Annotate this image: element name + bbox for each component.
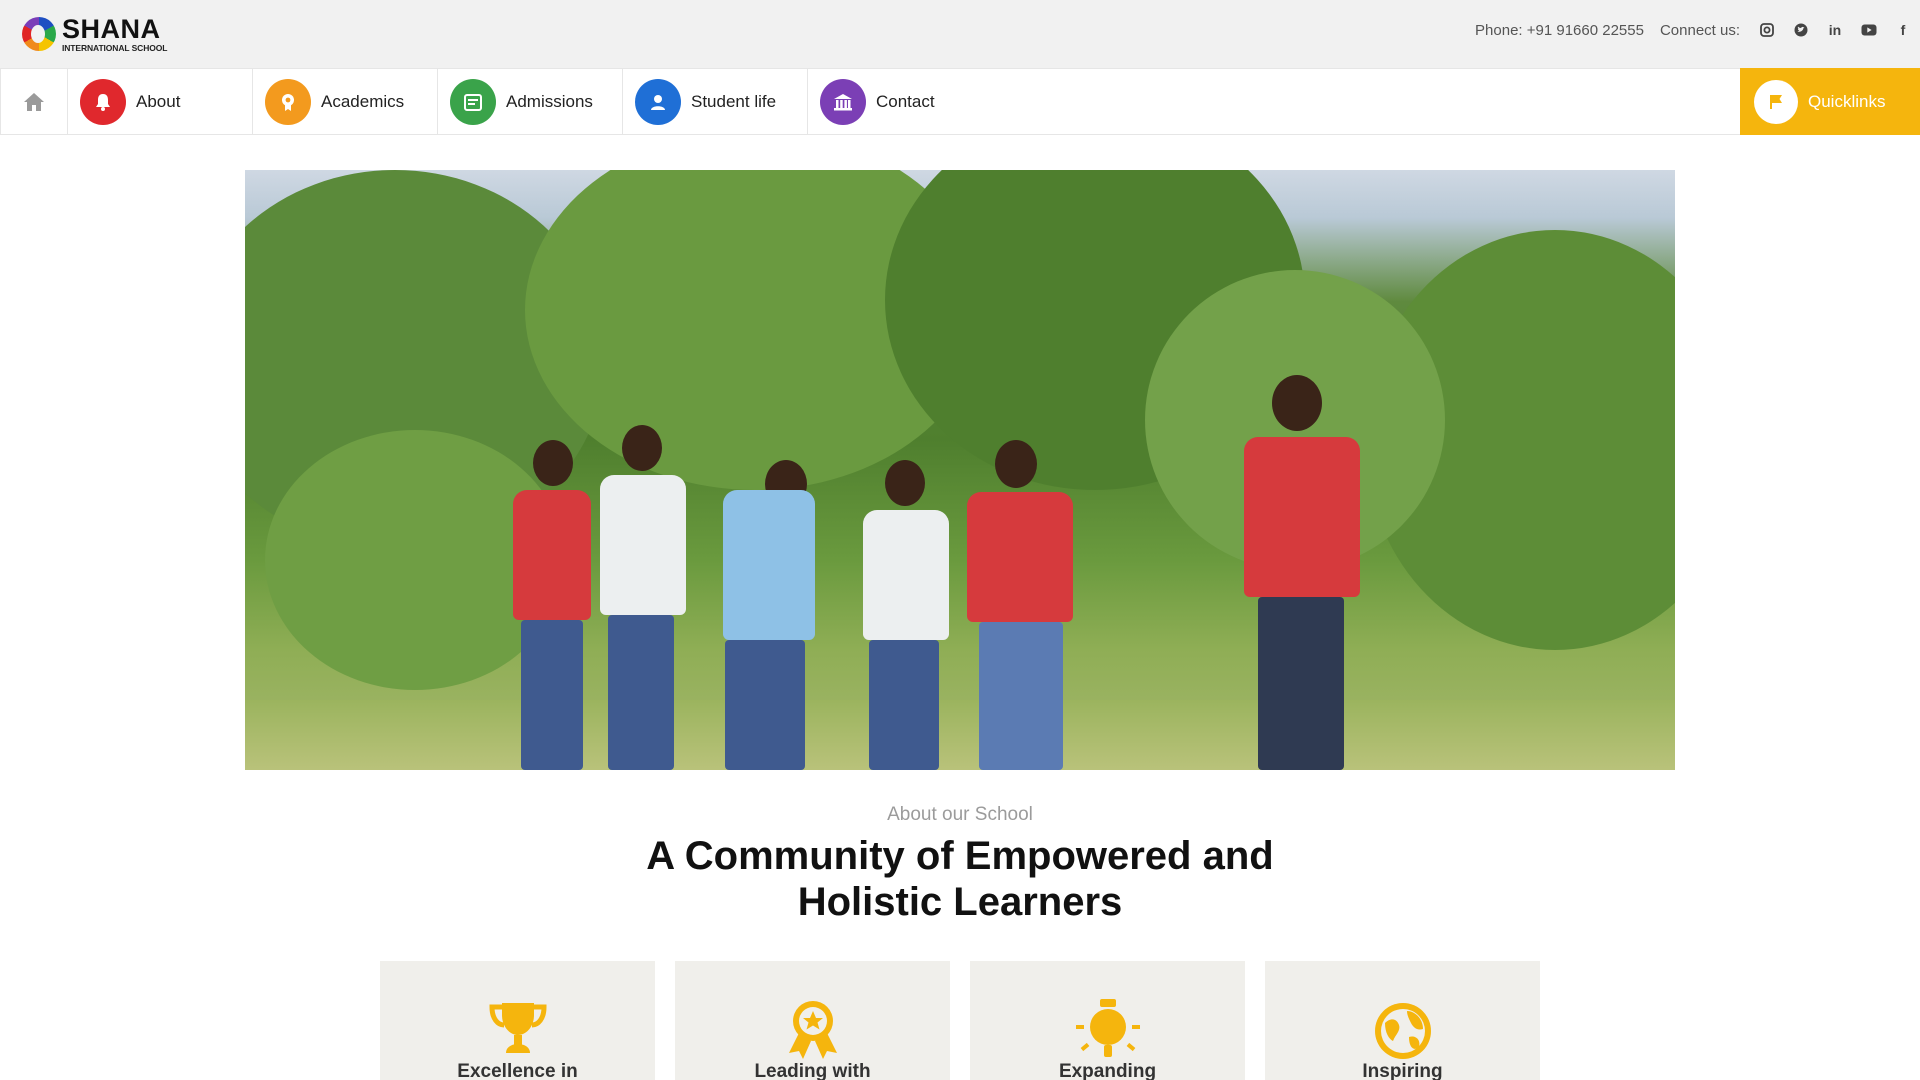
nav-label-contact: Contact [876,91,935,111]
nav-item-contact[interactable]: Contact [808,69,993,134]
nav-item-academics[interactable]: Academics [253,69,438,134]
nav-item-admissions[interactable]: Admissions [438,69,623,134]
nav-label-admissions: Admissions [506,91,593,111]
linkedin-icon[interactable]: in [1818,20,1852,40]
facebook-icon[interactable]: f [1886,20,1920,40]
feature-card-inspiring[interactable]: Inspiring [1265,961,1540,1080]
main-navigation: About Academics Admissions Student life … [0,68,1920,135]
quicklinks-label: Quicklinks [1808,91,1886,111]
card-title: Excellence in [457,1061,578,1080]
instagram-icon[interactable] [1750,20,1784,40]
card-title: Leading with [754,1061,871,1080]
nav-label-about: About [136,91,181,111]
nav-label-student-life: Student life [691,91,777,111]
logo-name: SHANA [62,14,161,44]
building-icon [820,78,866,125]
contact-info: Phone: +91 91660 22555 Connect us: in f [1475,0,1920,60]
nav-item-about[interactable]: About [68,69,253,134]
quicklinks-button[interactable]: Quicklinks [1740,68,1920,135]
trophy-icon [489,1003,547,1053]
flag-icon [1754,79,1798,124]
about-title-line-2: Holistic Learners [797,880,1123,924]
feature-card-expanding[interactable]: Expanding [970,961,1245,1080]
award-icon [265,78,311,125]
connect-label: Connect us: [1659,21,1740,39]
school-logo[interactable]: SHANA INTERNATIONAL SCHOOL [22,16,167,53]
feature-card-leading[interactable]: Leading with [675,961,950,1080]
feature-cards: Excellence in Leading with Expanding Ins… [380,961,1540,1080]
about-title-line-1: A Community of Empowered and [646,834,1274,878]
calendar-icon [450,78,496,125]
feature-card-excellence[interactable]: Excellence in [380,961,655,1080]
hero-image [245,170,1675,770]
card-title: Inspiring [1362,1061,1443,1080]
nav-home[interactable] [0,69,68,134]
bulb-icon [1076,999,1140,1057]
nav-item-student-life[interactable]: Student life [623,69,808,134]
nav-label-academics: Academics [321,91,405,111]
about-title: A Community of Empowered and Holistic Le… [560,833,1360,925]
phone-number[interactable]: Phone: +91 91660 22555 [1475,22,1644,39]
about-eyebrow: About our School [887,804,1033,825]
twitter-icon[interactable] [1784,20,1818,40]
card-title: Expanding [1058,1061,1157,1080]
medal-icon [789,1001,837,1059]
logo-mark-icon [22,17,56,52]
home-icon [24,92,44,111]
top-bar: SHANA INTERNATIONAL SCHOOL Phone: +91 91… [0,0,1920,68]
person-icon [635,78,681,125]
globe-icon [1375,1003,1431,1059]
youtube-icon[interactable] [1852,20,1886,40]
logo-subtitle: INTERNATIONAL SCHOOL [62,43,168,53]
bell-icon [80,78,126,125]
